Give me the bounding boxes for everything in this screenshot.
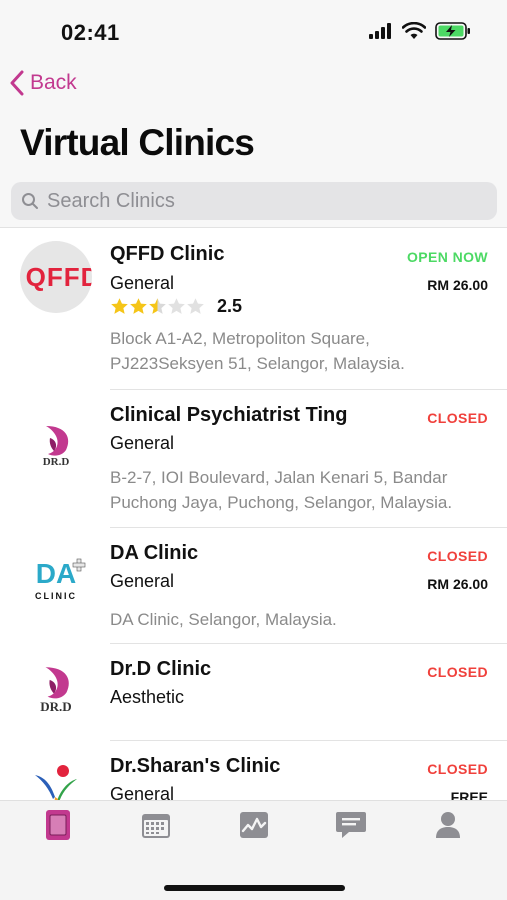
clinic-status: OPEN NOW [407,249,488,265]
tab-messages[interactable] [331,807,371,843]
tab-calendar[interactable] [136,807,176,843]
status-time: 02:41 [61,20,120,45]
clinic-address: B-2-7, IOI Boulevard, Jalan Kenari 5, Ba… [110,468,453,512]
clinic-row-psychiatrist-ting[interactable]: DR.D Clinical Psychiatrist Ting CLOSED G… [0,390,507,528]
clinic-name: Clinical Psychiatrist Ting [110,404,348,426]
tab-profile[interactable] [428,807,468,843]
drd-logo-mark-icon [45,667,69,699]
calendar-icon [142,814,170,838]
clinic-price: RM 26.00 [427,277,488,293]
chevron-left-icon [10,70,24,96]
back-label: Back [30,71,77,94]
plus-icon [72,558,86,571]
rating-value: 2.5 [217,296,243,316]
clinic-row-dr-sharan[interactable]: Dr.Sharan's Clinic CLOSED General FREE [0,741,507,800]
clinic-name: QFFD Clinic [110,243,225,265]
clinic-logo: QFFD [20,241,92,313]
clinic-row-drd-clinic[interactable]: DR.D Dr.D Clinic CLOSED Aesthetic [0,644,507,741]
tab-activity[interactable] [234,807,274,843]
profile-icon [436,812,460,838]
wifi-icon [402,22,426,39]
clinic-rating: 2.5 [110,296,242,317]
clinic-status: CLOSED [427,761,488,777]
clinic-logo-text: DR.D [42,456,70,468]
page-title: Virtual Clinics [20,122,255,163]
home-indicator [164,885,345,891]
clinic-card-icon [46,810,70,840]
activity-chart-icon [240,812,268,838]
clinic-logo: DR.D [20,654,92,726]
battery-charging-icon [435,22,470,40]
chat-bubble-icon [336,812,366,838]
clinic-list: QFFD QFFD Clinic OPEN NOW General RM 26.… [0,229,507,800]
clinic-address: Block A1-A2, Metropoliton Square, PJ223S… [110,329,405,373]
status-bar: 02:41 [0,0,507,60]
star-half-icon [149,298,166,314]
clinic-logo [20,753,92,800]
clinic-category: General [110,433,175,453]
clinic-logo-text: QFFD [25,261,92,292]
clinic-logo-text: DA [35,557,77,589]
clinic-category: General [110,784,175,800]
clinic-category: General [110,571,175,591]
status-icons [369,22,471,40]
navigation-header: Back Virtual Clinics [0,60,507,228]
clinic-name: DA Clinic [110,542,199,564]
clinic-category: Aesthetic [110,687,185,707]
drd-logo-mark-icon [46,426,69,456]
clinic-logo: DA CLINIC [20,544,92,616]
cellular-signal-icon [369,23,391,39]
clinic-row-qffd[interactable]: QFFD QFFD Clinic OPEN NOW General RM 26.… [0,229,507,390]
clinic-logo: DR.D [20,410,92,482]
tab-clinics[interactable] [38,807,78,843]
clinic-category: General [110,273,175,293]
clinic-row-da-clinic[interactable]: DA CLINIC DA Clinic CLOSED General RM 26… [0,528,507,644]
clinic-logo-subtext: CLINIC [35,590,77,601]
clinic-address: DA Clinic, Selangor, Malaysia. [110,610,337,629]
search-bar[interactable] [11,182,497,220]
star-empty-icon [168,298,185,314]
star-empty-icon [187,298,204,314]
clinic-status: CLOSED [427,548,488,564]
star-filled-icon [111,298,128,314]
clinic-logo-text: DR.D [40,699,72,714]
sharan-logo-icon [35,765,77,800]
search-input[interactable] [47,189,467,213]
clinic-name: Dr.Sharan's Clinic [110,755,281,777]
tab-bar [0,800,507,900]
clinic-price: RM 26.00 [427,576,488,592]
star-filled-icon [130,298,147,314]
clinic-price: FREE [450,789,488,800]
back-button[interactable]: Back [10,70,77,96]
clinic-status: CLOSED [427,410,488,426]
clinic-name: Dr.D Clinic [110,658,212,680]
clinic-status: CLOSED [427,664,488,680]
search-icon [22,193,38,209]
